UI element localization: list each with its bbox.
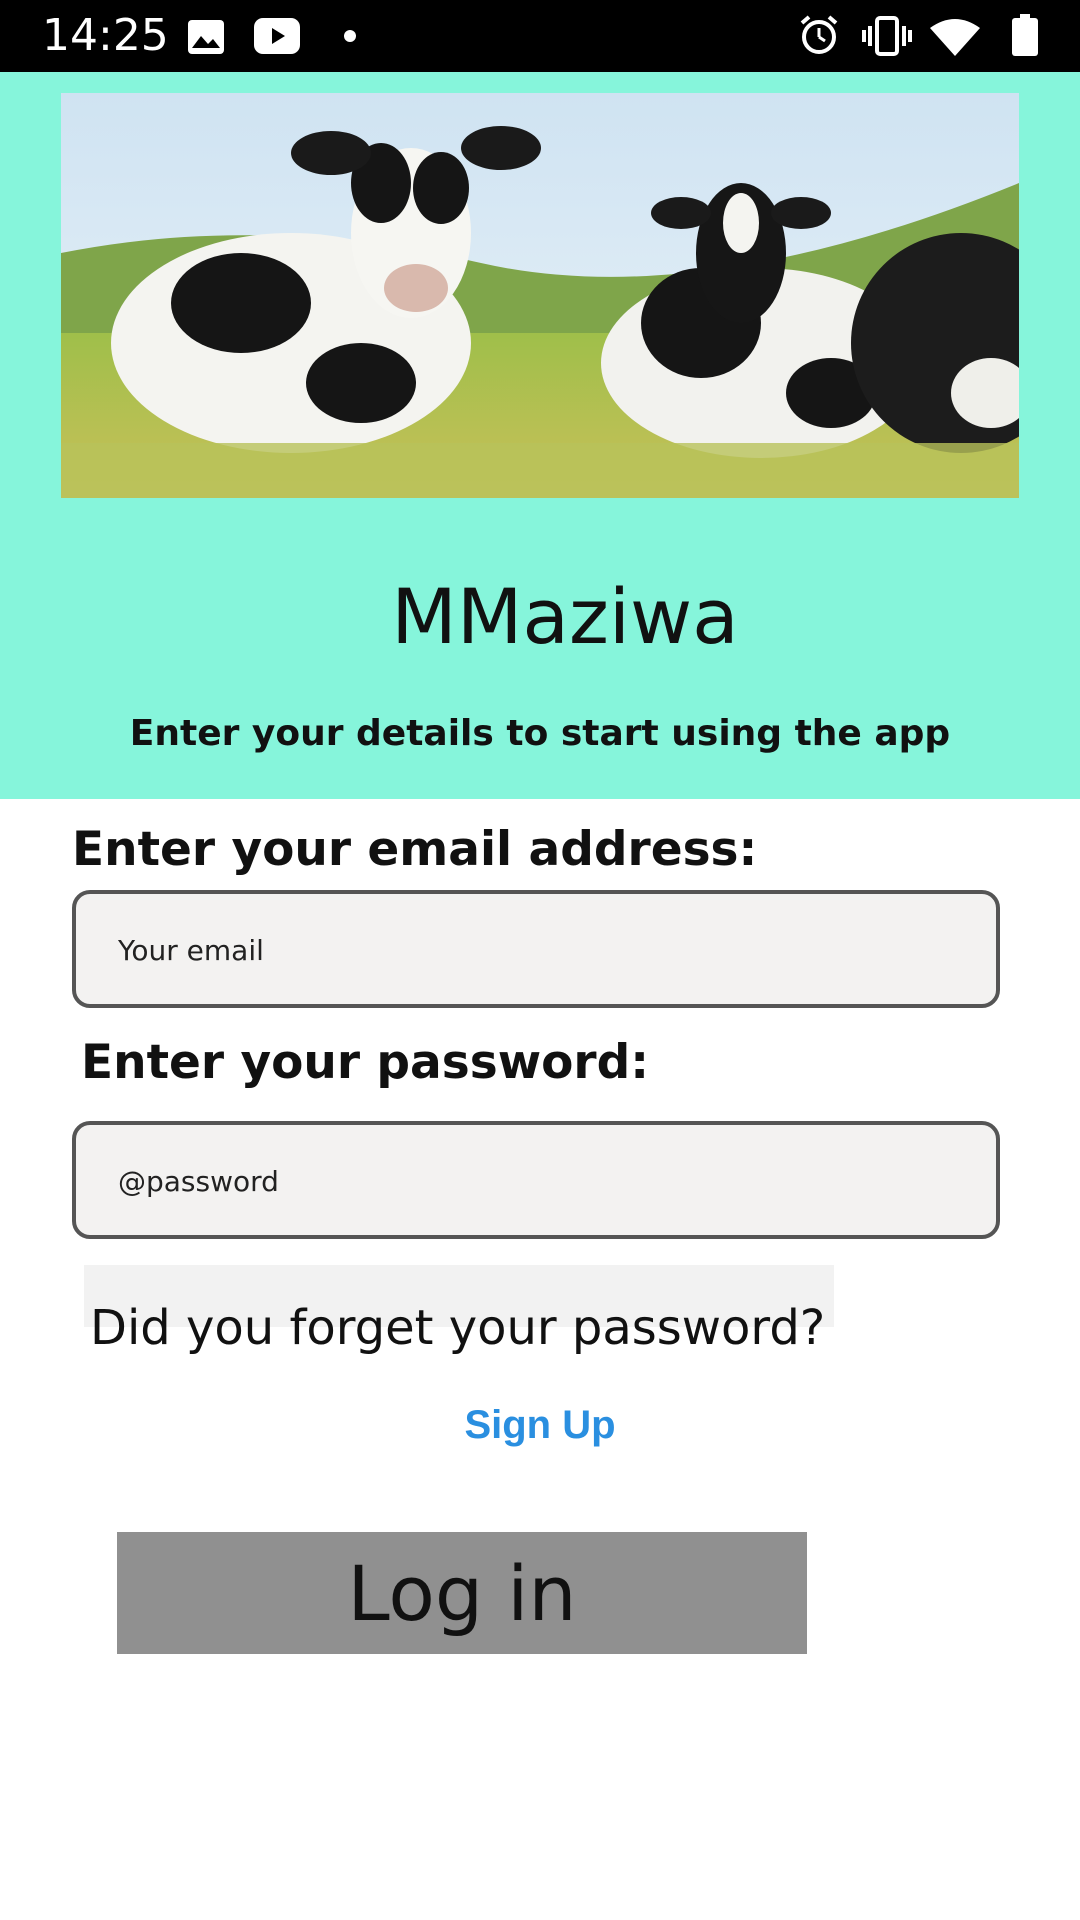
- app-subtitle: Enter your details to start using the ap…: [129, 713, 951, 754]
- image-icon: [188, 20, 224, 54]
- password-input[interactable]: [116, 1125, 960, 1237]
- email-field-box: [72, 890, 1000, 1008]
- alarm-icon: [800, 15, 838, 54]
- header-banner: MMaziwa Enter your details to start usin…: [0, 72, 1080, 799]
- status-time: 14:25: [42, 10, 169, 61]
- password-field-box: [72, 1121, 1000, 1239]
- wifi-icon: [930, 19, 980, 56]
- status-bar: 14:25: [0, 0, 1080, 72]
- login-button[interactable]: Log in: [117, 1532, 807, 1654]
- email-input[interactable]: [116, 894, 960, 1006]
- app-title: MMaziwa: [391, 572, 739, 661]
- vibrate-icon: [862, 16, 912, 56]
- hero-image: [61, 93, 1019, 498]
- sign-up-link[interactable]: Sign Up: [0, 1403, 1080, 1448]
- password-label: Enter your password:: [81, 1035, 650, 1090]
- battery-icon: [1012, 14, 1038, 56]
- cows-in-pasture-image: [61, 93, 1019, 498]
- forgot-password-link[interactable]: Did you forget your password?: [90, 1300, 825, 1356]
- youtube-icon: [254, 18, 300, 54]
- dot-icon: [344, 30, 356, 42]
- email-label: Enter your email address:: [72, 822, 758, 877]
